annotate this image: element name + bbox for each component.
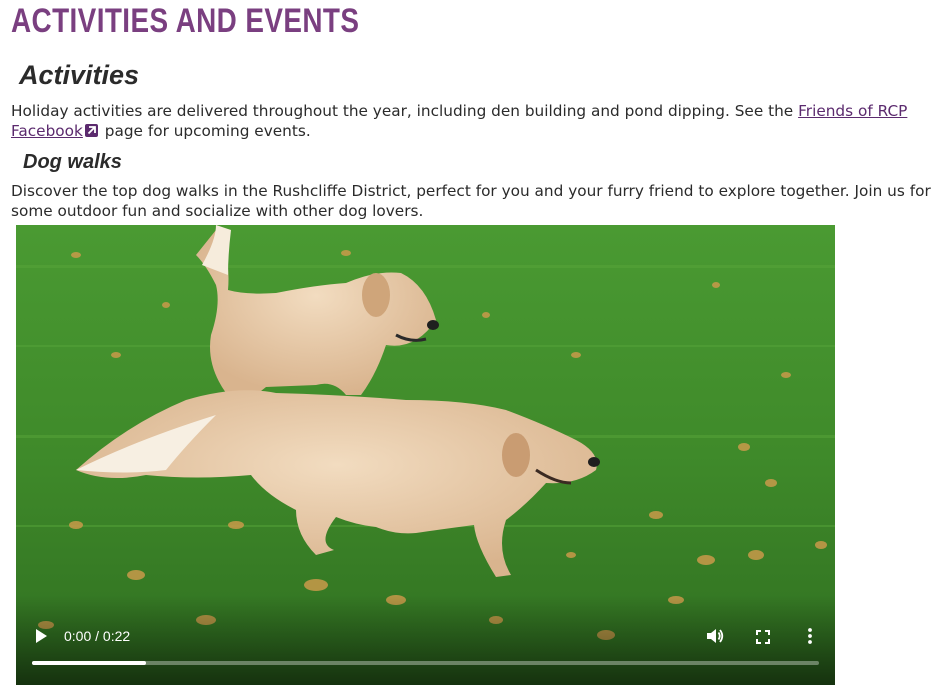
- page-title: ACTIVITIES AND EVENTS: [11, 2, 360, 40]
- dog-walks-heading: Dog walks: [23, 151, 122, 173]
- activities-text-after-link: page for upcoming events.: [99, 121, 311, 140]
- activities-text: Holiday activities are delivered through…: [11, 102, 799, 120]
- page: ACTIVITIES AND EVENTS Activities Holiday…: [0, 0, 950, 694]
- more-options-button[interactable]: [806, 627, 814, 645]
- more-options-icon: [808, 628, 812, 644]
- volume-button[interactable]: [706, 627, 724, 645]
- play-icon: [36, 629, 47, 643]
- activities-heading: Activities: [19, 60, 140, 90]
- video-buffered-fill: [32, 661, 147, 665]
- external-link-icon: [84, 123, 98, 137]
- activities-paragraph: Holiday activities are delivered through…: [11, 102, 941, 141]
- fullscreen-button[interactable]: [756, 629, 770, 644]
- volume-icon: [707, 629, 724, 643]
- play-button[interactable]: [34, 628, 48, 644]
- video-progress-bar[interactable]: [32, 661, 819, 665]
- dog-walk-video[interactable]: 0:00 / 0:22: [16, 225, 835, 685]
- dog-walks-paragraph: Discover the top dog walks in the Rushcl…: [11, 182, 931, 220]
- video-time-display: 0:00 / 0:22: [64, 628, 131, 644]
- fullscreen-icon: [756, 630, 770, 644]
